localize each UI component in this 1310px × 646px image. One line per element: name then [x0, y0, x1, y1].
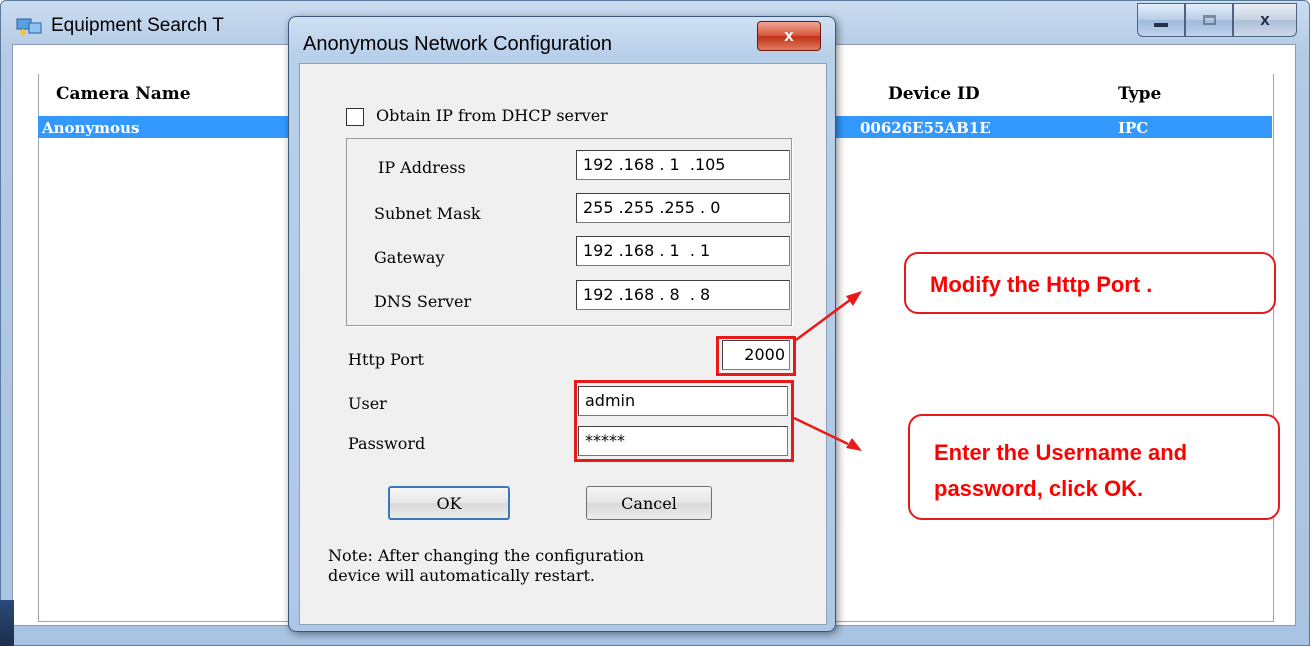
minimize-icon	[1154, 23, 1168, 27]
dns-server-label: DNS Server	[374, 292, 472, 311]
row-device-id: 00626E55AB1E	[860, 119, 991, 137]
ok-button[interactable]: OK	[388, 486, 510, 520]
column-header-type[interactable]: Type	[1118, 84, 1161, 104]
column-header-camera-name[interactable]: Camera Name	[56, 84, 191, 104]
http-port-callout: Modify the Http Port .	[904, 252, 1276, 314]
window-close-button[interactable]: x	[1233, 3, 1297, 37]
ip-address-label: IP Address	[378, 158, 466, 177]
row-type: IPC	[1118, 119, 1149, 137]
restart-note-line2: device will automatically restart.	[328, 566, 595, 585]
cancel-button[interactable]: Cancel	[586, 486, 712, 520]
gateway-field[interactable]: 192 .168 . 1 . 1	[576, 236, 790, 266]
http-port-callout-text: Modify the Http Port .	[930, 272, 1153, 297]
window-controls: x	[1137, 3, 1297, 37]
dialog-close-button[interactable]: x	[757, 21, 821, 51]
dns-server-field[interactable]: 192 .168 . 8 . 8	[576, 280, 790, 310]
network-search-icon	[16, 18, 42, 35]
restart-note: Note: After changing the configuration d…	[328, 546, 818, 586]
subnet-mask-field[interactable]: 255 .255 .255 . 0	[576, 193, 790, 223]
window-title: Equipment Search T	[51, 15, 224, 36]
subnet-mask-label: Subnet Mask	[374, 204, 481, 223]
credentials-callout-line2: password, click OK.	[934, 476, 1144, 501]
http-port-highlight	[716, 336, 796, 376]
maximize-icon	[1202, 15, 1216, 25]
credentials-callout: Enter the Username and password, click O…	[908, 414, 1280, 520]
restart-note-line1: Note: After changing the configuration	[328, 546, 645, 565]
maximize-button[interactable]	[1185, 3, 1233, 37]
taskbar-edge	[0, 600, 14, 646]
user-label: User	[348, 394, 387, 413]
dhcp-checkbox-label[interactable]: Obtain IP from DHCP server	[376, 106, 608, 125]
password-label: Password	[348, 434, 426, 453]
dhcp-checkbox[interactable]	[346, 108, 364, 126]
row-camera-name: Anonymous	[42, 119, 140, 137]
http-port-label: Http Port	[348, 350, 424, 369]
credentials-callout-line1: Enter the Username and	[934, 440, 1188, 465]
credentials-highlight	[574, 380, 794, 462]
column-header-device-id[interactable]: Device ID	[888, 84, 980, 104]
gateway-label: Gateway	[374, 248, 445, 267]
minimize-button[interactable]	[1137, 3, 1185, 37]
ip-address-field[interactable]: 192 .168 . 1 .105	[576, 150, 790, 180]
dialog-title: Anonymous Network Configuration	[303, 33, 613, 55]
